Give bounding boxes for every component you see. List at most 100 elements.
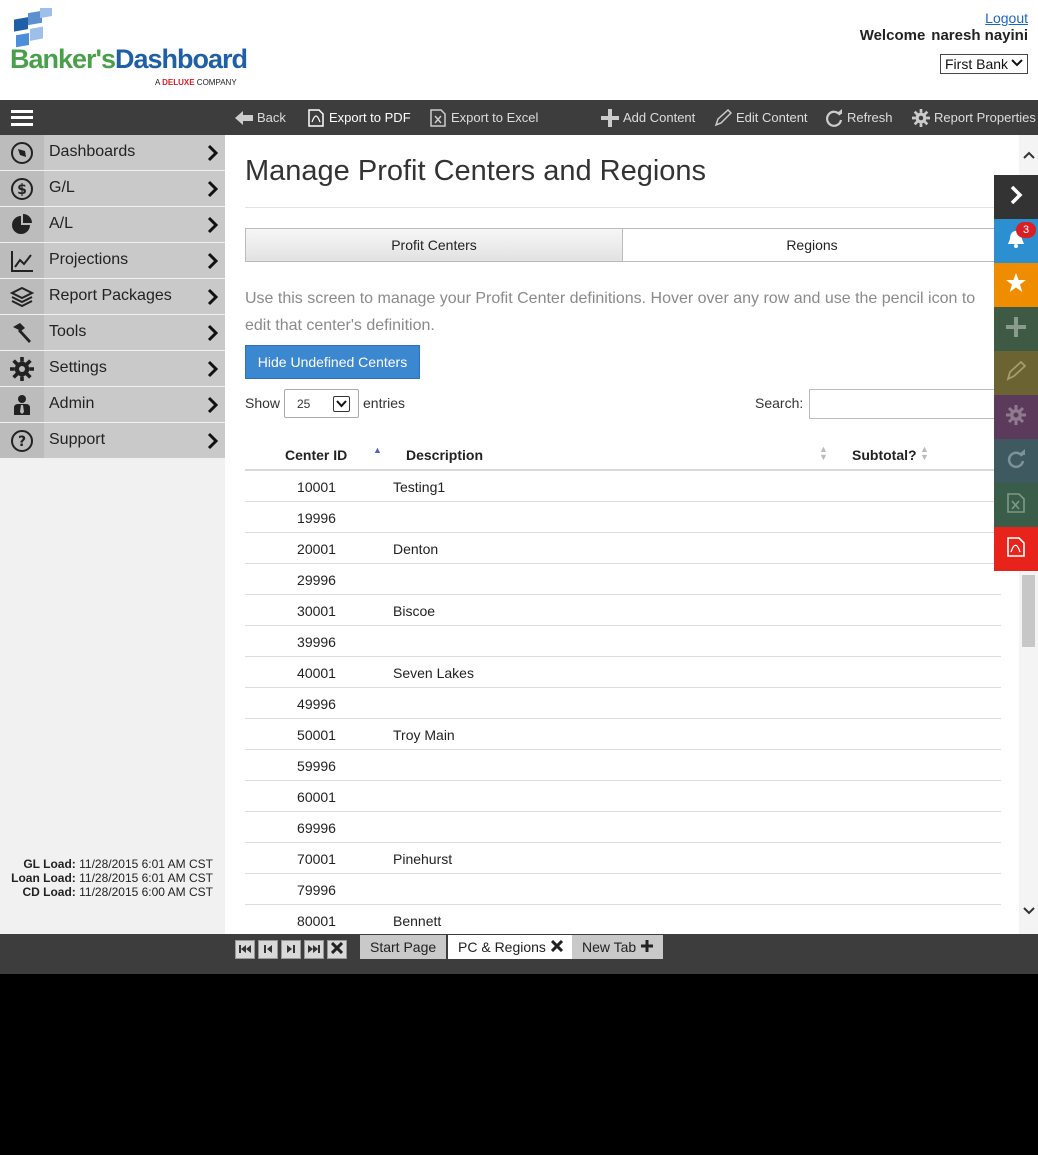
quick-settings-button[interactable] [994, 395, 1038, 439]
chevron-right-icon [1009, 185, 1023, 210]
question-icon: ? [0, 423, 44, 458]
table-row[interactable]: 69996 [245, 812, 1001, 843]
first-tab-button[interactable] [235, 940, 255, 959]
column-header-description[interactable]: Description [406, 447, 483, 463]
edit-content-button[interactable]: Edit Content [713, 100, 808, 135]
notifications-button[interactable]: 3 [994, 219, 1038, 263]
description-cell: Troy Main [393, 727, 455, 743]
export-pdf-button[interactable]: Export to PDF [306, 100, 411, 135]
table-row[interactable]: 70001 Pinehurst [245, 843, 1001, 874]
user-tie-icon [0, 387, 44, 422]
scroll-thumb[interactable] [1022, 575, 1035, 647]
gear-icon [911, 108, 931, 128]
table-row[interactable]: 79996 [245, 874, 1001, 905]
back-button[interactable]: Back [234, 100, 286, 135]
table-row[interactable]: 40001 Seven Lakes [245, 657, 1001, 688]
entries-label: entries [363, 395, 406, 411]
add-content-button[interactable]: Add Content [600, 100, 695, 135]
favorites-button[interactable] [994, 263, 1038, 307]
table-row[interactable]: 39996 [245, 626, 1001, 657]
logo-tagline: A DELUXE COMPANY [155, 78, 237, 87]
table-row[interactable]: 29996 [245, 564, 1001, 595]
chevron-right-icon [207, 144, 219, 162]
table-row[interactable]: 20001 Denton [245, 533, 1001, 564]
sidebar-item-support[interactable]: ? Support [0, 423, 225, 458]
chevron-right-icon [207, 288, 219, 306]
sidebar-item-tools[interactable]: Tools [0, 315, 225, 350]
tab-regions[interactable]: Regions [622, 228, 1002, 262]
close-tab-icon[interactable] [550, 939, 563, 956]
excel-file-icon [1007, 492, 1025, 518]
center-id-cell: 80001 [297, 913, 336, 929]
scroll-down-icon[interactable] [1019, 903, 1038, 919]
center-id-cell: 19996 [297, 510, 336, 526]
tab-profit-centers[interactable]: Profit Centers [245, 228, 623, 262]
next-tab-button[interactable] [281, 940, 301, 959]
quick-edit-button[interactable] [994, 351, 1038, 395]
bottom-tab-bar: Start Page PC & Regions New Tab [0, 934, 1038, 974]
profit-centers-table: Center ID ▲ Description ▲ ▼ Subtotal? ▲ ▼ … [245, 440, 1001, 934]
sidebar-item-gl[interactable]: $ G/L [0, 171, 225, 206]
app-window: Banker'sDashboard A DELUXE COMPANY Logou… [0, 0, 1038, 974]
logout-link[interactable]: Logout [985, 10, 1028, 26]
column-header-center-id[interactable]: Center ID [285, 447, 347, 463]
bankers-dashboard-logo[interactable]: Banker'sDashboard A DELUXE COMPANY [10, 8, 270, 92]
report-properties-button[interactable]: Report Properties [911, 100, 1036, 135]
sidebar-item-dashboards[interactable]: Dashboards [0, 135, 225, 170]
table-row[interactable]: 80001 Bennett [245, 905, 1001, 934]
sidebar-item-settings[interactable]: Settings [0, 351, 225, 386]
tab-new-tab[interactable]: New Tab [572, 935, 664, 959]
main-content: Manage Profit Centers and Regions Profit… [225, 135, 1019, 934]
sidebar-item-projections[interactable]: Projections [0, 243, 225, 278]
center-id-cell: 69996 [297, 820, 336, 836]
bank-select[interactable]: First Bank [940, 54, 1028, 74]
description-cell: Seven Lakes [393, 665, 474, 681]
center-id-cell: 50001 [297, 727, 336, 743]
sort-both-icon: ▲ ▼ [819, 444, 828, 462]
previous-tab-button[interactable] [258, 940, 278, 959]
dollar-icon: $ [0, 171, 44, 206]
quick-refresh-button[interactable] [994, 439, 1038, 483]
quick-add-button[interactable] [994, 307, 1038, 351]
expand-panel-button[interactable] [994, 175, 1038, 219]
page-title: Manage Profit Centers and Regions [245, 155, 707, 187]
user-name: naresh nayini [931, 27, 1028, 44]
column-header-subtotal[interactable]: Subtotal? [852, 447, 917, 463]
center-id-cell: 39996 [297, 634, 336, 650]
sidebar-item-admin[interactable]: Admin [0, 387, 225, 422]
description-cell: Pinehurst [393, 851, 453, 867]
sidebar-item-al[interactable]: A/L [0, 207, 225, 242]
logo-text-dashboard: Dashboard [114, 44, 248, 74]
last-tab-button[interactable] [304, 940, 324, 959]
quick-excel-button[interactable] [994, 483, 1038, 527]
sidebar: Dashboards $ G/L A/L Projections Report … [0, 135, 225, 934]
tab-start-page[interactable]: Start Page [360, 935, 447, 959]
quick-pdf-button[interactable] [994, 527, 1038, 571]
close-all-tabs-button[interactable] [327, 940, 347, 959]
export-excel-button[interactable]: Export to Excel [428, 100, 538, 135]
table-row[interactable]: 10001 Testing1 [245, 471, 1001, 502]
pdf-file-icon [1007, 536, 1025, 562]
search-label: Search: [755, 395, 804, 411]
table-row[interactable]: 19996 [245, 502, 1001, 533]
chevron-right-icon [207, 324, 219, 342]
hide-undefined-centers-button[interactable]: Hide Undefined Centers [245, 345, 420, 379]
table-row[interactable]: 49996 [245, 688, 1001, 719]
page-length-select[interactable]: 25 [284, 389, 359, 418]
center-id-cell: 10001 [297, 479, 336, 495]
star-icon [1005, 272, 1027, 299]
sidebar-item-report-packages[interactable]: Report Packages [0, 279, 225, 314]
search-input[interactable] [809, 389, 1009, 419]
refresh-button[interactable]: Refresh [824, 100, 893, 135]
tab-pc-regions[interactable]: PC & Regions [448, 935, 573, 959]
table-body: 10001 Testing1 19996 20001 Denton 29996 30001 B… [245, 471, 1001, 934]
table-row[interactable]: 59996 [245, 750, 1001, 781]
description-cell: Testing1 [393, 479, 446, 495]
center-id-cell: 59996 [297, 758, 336, 774]
table-row[interactable]: 50001 Troy Main [245, 719, 1001, 750]
scroll-up-icon[interactable] [1019, 147, 1038, 163]
table-row[interactable]: 30001 Biscoe [245, 595, 1001, 626]
table-row[interactable]: 60001 [245, 781, 1001, 812]
description-cell: Biscoe [393, 603, 436, 619]
menu-toggle-button[interactable] [0, 100, 44, 135]
